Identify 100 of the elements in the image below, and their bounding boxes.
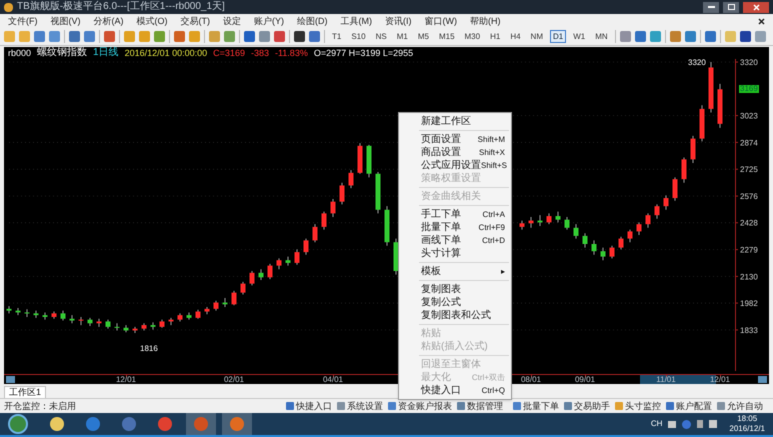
candlestick [556,211,560,223]
context-menu-item[interactable]: 手工下单 Ctrl+A [399,208,511,221]
shortcut-link[interactable]: 头寸监控 [625,402,661,410]
candlestick [348,170,354,189]
candlestick [276,258,282,270]
date-axis-label: 09/01 [574,376,596,384]
price-axis-label: 2874 [740,138,758,148]
menu-item[interactable]: 设定 [223,16,241,26]
low-price-label: 1816 [140,345,158,353]
shortcut-link[interactable]: 允许自动 [727,402,763,410]
candlestick [592,240,596,256]
context-menu-item[interactable]: 页面设置 Shift+M [399,133,511,146]
period-label: 1日线 [93,48,119,58]
menu-item[interactable]: 资讯(I) [385,16,412,26]
timeframe-button[interactable]: S10 [348,30,369,43]
timeframe-button[interactable]: M1 [394,30,411,43]
candlestick [618,236,624,250]
status-text: 开仓监控：未启用 [4,402,76,410]
context-menu-item[interactable]: 复制图表和公式 [399,309,511,322]
context-menu-item[interactable]: 商品设置 Shift+X [399,146,511,159]
candlestick [250,270,254,286]
candlestick [78,316,84,326]
context-menu-item[interactable]: 头寸计算 [399,247,511,260]
timeframe-button[interactable]: MN [592,30,611,43]
timeframe-button[interactable]: M15 [436,30,458,43]
candlestick [330,198,336,218]
timeframe-button[interactable]: H4 [507,30,524,43]
candlestick [664,194,668,210]
shortcut-link[interactable]: 账户配置 [676,402,712,410]
timeframe-button[interactable]: NS [372,30,390,43]
context-menu-item[interactable]: 模板 ▸ [399,265,511,278]
candlestick [232,290,236,306]
shortcut-link[interactable]: 批量下单 [523,402,559,410]
shortcut-link[interactable]: 快捷入口 [296,402,332,410]
candlestick [654,204,660,220]
context-menu-item[interactable]: 新建工作区 [399,115,511,128]
minimize-button[interactable] [703,2,719,12]
close-button[interactable] [743,2,769,12]
menu-item[interactable]: 模式(O) [136,16,168,26]
date-axis-label: 11/01 [656,376,676,384]
timeframe-button[interactable]: M5 [414,30,432,43]
ohlc-values: O=2977 H=3199 L=2955 [314,48,414,58]
candlestick [114,322,120,331]
candlestick [340,182,344,205]
candlestick [304,238,308,256]
menu-item[interactable]: 帮助(H) [470,16,500,26]
price-axis-label: 3320 [740,59,758,68]
timeframe-button[interactable]: M30 [462,30,484,43]
context-menu-item[interactable]: 复制图表 [399,283,511,296]
menu-item[interactable]: 绘图(D) [297,16,328,26]
shortcut-link[interactable]: 系统设置 [347,402,383,410]
symbol-label: rb000 [8,48,32,58]
candlestick [582,232,588,248]
language-indicator[interactable]: CH [650,418,662,430]
context-menu-item[interactable]: 快捷入口 Ctrl+Q [399,384,511,397]
menu-item[interactable]: 交易(T) [180,16,210,26]
context-menu-item[interactable]: 批量下单 Ctrl+F9 [399,221,511,234]
candlestick [610,245,614,259]
clock-date[interactable]: 2016/12/1 [729,424,765,434]
menu-item[interactable]: 视图(V) [50,16,80,26]
candlestick [574,224,578,239]
timeframe-button[interactable]: W1 [570,30,588,43]
menu-item[interactable]: 文件(F) [8,16,38,26]
timeframe-button[interactable]: T1 [329,30,344,43]
maximize-button[interactable] [723,2,739,12]
shortcut-link[interactable]: 资金账户报表 [398,402,452,410]
price-axis-label: 2130 [740,272,758,282]
candlestick [322,211,326,230]
last-price-tag: 3169 [739,85,759,94]
start-button[interactable] [8,414,28,434]
candlestick [538,214,542,226]
price-axis-label: 2725 [740,165,758,174]
candlestick [240,281,246,295]
date-axis-label: 04/01 [322,376,344,384]
date-axis-label: 12/01 [710,376,730,384]
close-price: C=3169 [213,48,245,58]
context-menu-item[interactable]: 公式应用设置Shift+S [399,159,511,172]
timeframe-button[interactable]: NM [528,30,546,43]
menu-item[interactable]: 账户(Y) [254,16,284,26]
candlestick [24,308,30,318]
candlestick [520,220,524,230]
menu-item[interactable]: 分析(A) [94,16,124,26]
context-menu-item[interactable]: 复制公式 [399,296,511,309]
candlestick [214,300,218,312]
context-menu-item[interactable]: 画线下单 Ctrl+D [399,234,511,247]
date-axis-label: 08/01 [520,376,542,384]
menu-item[interactable]: 窗口(W) [424,16,457,26]
timeframe-button[interactable]: D1 [550,30,566,43]
candlestick [682,157,686,184]
candlestick [690,136,696,164]
clock-time[interactable]: 18:05 [737,414,758,424]
shortcut-link[interactable]: 交易助手 [574,402,610,410]
close-icon[interactable] [758,18,765,24]
candlestick [196,309,200,320]
workspace-tab[interactable]: 工作区1 [4,386,46,398]
timeframe-button[interactable]: H1 [487,30,504,43]
close-icon [752,4,760,10]
shortcut-link[interactable]: 数据管理 [467,402,503,410]
candlestick [60,310,66,321]
menu-item[interactable]: 工具(M) [340,16,372,26]
